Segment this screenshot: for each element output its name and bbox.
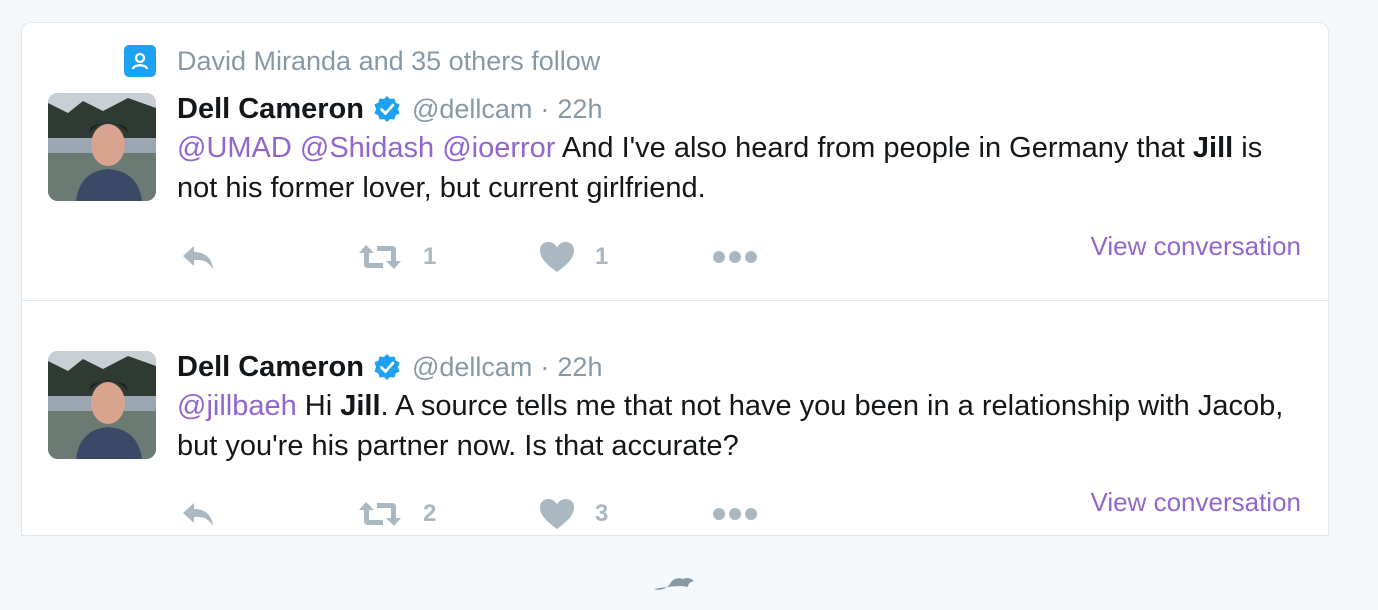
social-context: David Miranda and 35 others follow — [124, 45, 600, 77]
reply-button[interactable] — [179, 494, 217, 534]
tweet[interactable]: Dell Cameron @dellcam · 22h @jillbaeh Hi… — [22, 301, 1328, 537]
more-button[interactable] — [712, 237, 758, 277]
like-button[interactable]: 3 — [539, 494, 608, 534]
context-text[interactable]: David Miranda and 35 others follow — [177, 46, 600, 77]
person-follow-icon — [124, 45, 156, 77]
more-dots-icon — [713, 508, 757, 520]
author-name[interactable]: Dell Cameron — [177, 351, 364, 384]
author-handle[interactable]: @dellcam — [412, 352, 532, 383]
heart-icon — [540, 499, 574, 529]
text-segment: And I've also heard from people in Germa… — [555, 132, 1193, 164]
mention-link[interactable]: @UMAD — [177, 132, 292, 164]
tweet[interactable]: David Miranda and 35 others follow Dell … — [22, 23, 1328, 301]
reply-icon — [183, 246, 213, 269]
tweet-actions: 2 3 — [177, 494, 877, 534]
tweet-actions: 1 1 — [177, 237, 877, 277]
heart-icon — [540, 242, 574, 272]
retweet-button[interactable]: 1 — [357, 237, 436, 277]
more-dots-icon — [713, 251, 757, 263]
twitter-bird-icon — [650, 575, 698, 605]
separator: · — [540, 93, 550, 124]
timeline: David Miranda and 35 others follow Dell … — [21, 22, 1329, 536]
verified-badge-icon — [372, 94, 402, 124]
highlighted-term: Jill — [340, 390, 381, 422]
tweet-text: @UMAD @Shidash @ioerror And I've also he… — [177, 128, 1297, 208]
avatar[interactable] — [48, 351, 156, 459]
mention-link[interactable]: @ioerror — [442, 132, 555, 164]
highlighted-term: Jill — [1192, 132, 1234, 164]
like-count: 3 — [595, 500, 609, 527]
reply-icon — [183, 503, 213, 526]
view-conversation-link[interactable]: View conversation — [1090, 231, 1301, 262]
avatar[interactable] — [48, 93, 156, 201]
reply-button[interactable] — [179, 237, 217, 277]
tweet-timestamp[interactable]: 22h — [557, 94, 602, 125]
author-handle[interactable]: @dellcam — [412, 94, 532, 125]
retweet-count: 1 — [423, 243, 437, 270]
tweet-header: Dell Cameron @dellcam · 22h — [177, 347, 602, 387]
verified-badge-icon — [372, 352, 402, 382]
retweet-count: 2 — [423, 500, 437, 527]
mention-link[interactable]: @Shidash — [300, 132, 434, 164]
more-button[interactable] — [712, 494, 758, 534]
retweet-icon — [359, 502, 401, 526]
tweet-timestamp[interactable]: 22h — [557, 352, 602, 383]
like-button[interactable]: 1 — [539, 237, 608, 277]
separator: · — [540, 351, 550, 382]
author-name[interactable]: Dell Cameron — [177, 93, 364, 126]
view-conversation-link[interactable]: View conversation — [1090, 487, 1301, 518]
retweet-button[interactable]: 2 — [357, 494, 436, 534]
mention-link[interactable]: @jillbaeh — [177, 390, 297, 422]
retweet-icon — [359, 245, 401, 269]
text-segment: Hi — [296, 390, 341, 422]
tweet-text: @jillbaeh Hi Jill. A source tells me tha… — [177, 386, 1297, 466]
like-count: 1 — [595, 243, 609, 270]
tweet-header: Dell Cameron @dellcam · 22h — [177, 89, 602, 129]
